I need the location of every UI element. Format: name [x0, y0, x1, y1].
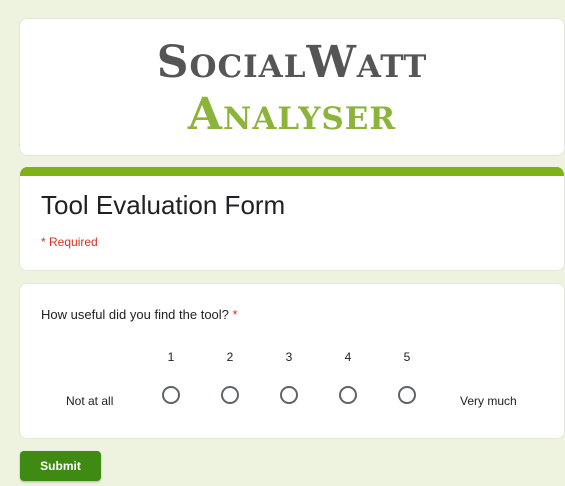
- brand-title-line1: SocialWatt: [156, 37, 428, 88]
- scale-label-1: 1: [167, 350, 175, 364]
- radio-option-2[interactable]: [221, 386, 239, 404]
- required-note: * Required: [41, 235, 98, 249]
- scale-label-2: 2: [226, 350, 234, 364]
- question-text: How useful did you find the tool?: [41, 307, 229, 322]
- scale-high-label: Very much: [460, 394, 517, 408]
- radio-option-1[interactable]: [162, 386, 180, 404]
- form-header-card: Tool Evaluation Form * Required: [19, 167, 565, 271]
- header-banner: SocialWatt Analyser: [19, 18, 565, 156]
- question-card: How useful did you find the tool? * 1 2 …: [19, 283, 565, 439]
- radio-option-3[interactable]: [280, 386, 298, 404]
- scale-label-3: 3: [285, 350, 293, 364]
- scale-label-4: 4: [344, 350, 352, 364]
- submit-button[interactable]: Submit: [20, 451, 101, 481]
- radio-option-5[interactable]: [398, 386, 416, 404]
- scale-low-label: Not at all: [66, 394, 114, 408]
- brand-title-line2: Analyser: [187, 89, 397, 140]
- scale-label-5: 5: [403, 350, 411, 364]
- question-label: How useful did you find the tool? *: [41, 307, 238, 322]
- accent-bar: [20, 167, 564, 176]
- radio-option-4[interactable]: [339, 386, 357, 404]
- required-marker: *: [232, 307, 238, 322]
- form-title: Tool Evaluation Form: [41, 190, 286, 220]
